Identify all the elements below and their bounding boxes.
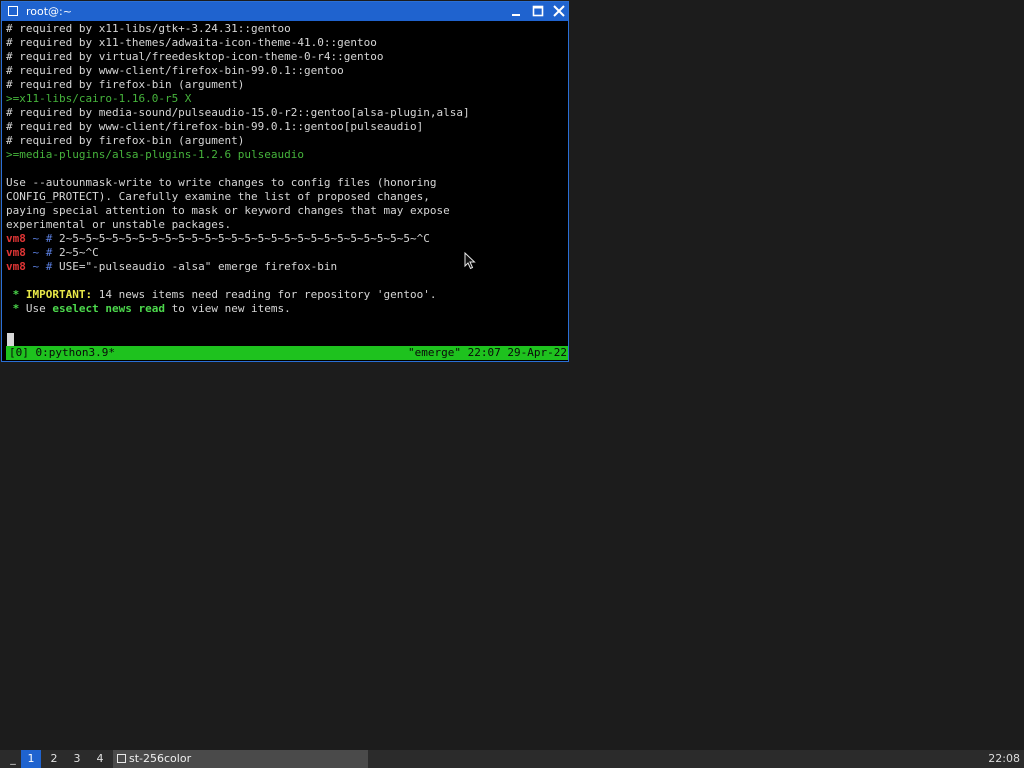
terminal-text: # required by www-client/firefox-bin-99.… — [6, 120, 424, 133]
terminal-line: Use --autounmask-write to write changes … — [6, 176, 566, 190]
terminal-line: paying special attention to mask or keyw… — [6, 204, 566, 218]
window-icon[interactable] — [8, 6, 18, 16]
terminal-text: ~ # — [25, 232, 59, 245]
panel-clock: 22:08 — [988, 752, 1020, 765]
terminal-line: # required by www-client/firefox-bin-99.… — [6, 120, 566, 134]
terminal-text: IMPORTANT: — [25, 288, 93, 301]
maximize-button[interactable] — [530, 4, 546, 19]
terminal-text: paying special attention to mask or keyw… — [6, 204, 450, 217]
terminal-line: vm8 ~ # USE="-pulseaudio -alsa" emerge f… — [6, 260, 566, 274]
terminal-text: vm8 — [6, 260, 26, 273]
terminal-text: >=x11-libs/cairo-1.16.0-r5 X — [6, 92, 192, 105]
terminal-text: eselect news read — [52, 302, 165, 315]
tmux-status-right: "emerge" 22:07 29-Apr-22 — [408, 346, 567, 359]
terminal-text: 2~5~5~5~5~5~5~5~5~5~5~5~5~5~5~5~5~5~5~5~… — [59, 232, 430, 245]
terminal-text: # required by www-client/firefox-bin-99.… — [6, 64, 344, 77]
terminal-line: # required by x11-libs/gtk+-3.24.31::gen… — [6, 22, 566, 36]
terminal-text: 14 news items need reading for repositor… — [92, 288, 437, 301]
window-title: root@:~ — [26, 5, 72, 18]
tmux-window-list[interactable]: [0] 0:python3.9* — [9, 346, 115, 360]
tmux-status-bar: [0] 0:python3.9* "emerge" 22:07 29-Apr-2… — [6, 346, 568, 360]
terminal-text: # required by x11-libs/gtk+-3.24.31::gen… — [6, 22, 291, 35]
terminal-text: # required by virtual/freedesktop-icon-t… — [6, 50, 384, 63]
terminal-line: CONFIG_PROTECT). Carefully examine the l… — [6, 190, 566, 204]
terminal-text: # required by x11-themes/adwaita-icon-th… — [6, 36, 377, 49]
terminal-text: vm8 — [6, 232, 26, 245]
terminal-text: >=media-plugins/alsa-plugins-1.2.6 pulse… — [6, 148, 305, 161]
maximize-icon — [532, 5, 544, 17]
terminal-line: # required by virtual/freedesktop-icon-t… — [6, 50, 566, 64]
close-button[interactable] — [551, 4, 567, 19]
terminal-line: # required by firefox-bin (argument) — [6, 78, 566, 92]
terminal-text: # required by media-sound/pulseaudio-15.… — [6, 106, 470, 119]
workspace-2-button[interactable]: 2 — [44, 750, 64, 768]
terminal-text: * — [6, 288, 26, 301]
window-titlebar[interactable]: root@:~ — [2, 2, 568, 21]
terminal-window[interactable]: root@:~ # required by x11-libs/gtk+-3.24… — [1, 1, 569, 362]
terminal-text: Use — [25, 302, 53, 315]
taskbar-item-st[interactable]: st-256color — [113, 750, 368, 768]
minimize-icon — [512, 14, 520, 16]
close-icon — [553, 5, 565, 17]
mouse-pointer-icon — [464, 252, 476, 270]
terminal-line: >=x11-libs/cairo-1.16.0-r5 X — [6, 92, 566, 106]
terminal-text: vm8 — [6, 246, 26, 259]
minimize-button[interactable] — [508, 4, 524, 19]
desktop: root@:~ # required by x11-libs/gtk+-3.24… — [0, 0, 1024, 750]
terminal-line: # required by x11-themes/adwaita-icon-th… — [6, 36, 566, 50]
terminal-line: * Use eselect news read to view new item… — [6, 302, 566, 316]
terminal-text: to view new items. — [164, 302, 291, 315]
terminal-text: # required by firefox-bin (argument) — [6, 134, 245, 147]
terminal-line: * IMPORTANT: 14 news items need reading … — [6, 288, 566, 302]
terminal-line: experimental or unstable packages. — [6, 218, 566, 232]
workspace-4-button[interactable]: 4 — [90, 750, 110, 768]
taskbar-item-label: st-256color — [129, 752, 192, 765]
terminal-line: # required by firefox-bin (argument) — [6, 134, 566, 148]
window-icon — [117, 754, 126, 763]
terminal-line: >=media-plugins/alsa-plugins-1.2.6 pulse… — [6, 148, 566, 162]
terminal-line: vm8 ~ # 2~5~^C — [6, 246, 566, 260]
terminal-text: ~ # — [25, 246, 59, 259]
terminal-text: USE="-pulseaudio -alsa" emerge firefox-b… — [59, 260, 338, 273]
workspace-3-button[interactable]: 3 — [67, 750, 87, 768]
terminal-cursor — [7, 333, 14, 346]
terminal-text: # required by firefox-bin (argument) — [6, 78, 245, 91]
terminal-text: * — [6, 302, 26, 315]
terminal-line: vm8 ~ # 2~5~5~5~5~5~5~5~5~5~5~5~5~5~5~5~… — [6, 232, 566, 246]
panel-menu-button[interactable]: _ — [6, 750, 20, 768]
terminal-text: Use --autounmask-write to write changes … — [6, 176, 437, 189]
workspace-1-button[interactable]: 1 — [21, 750, 41, 768]
terminal-text: 2~5~^C — [59, 246, 99, 259]
bottom-panel: _ 1 2 3 4 st-256color 22:08 — [0, 750, 1024, 768]
terminal-line: # required by media-sound/pulseaudio-15.… — [6, 106, 566, 120]
terminal-text: ~ # — [25, 260, 59, 273]
terminal-text: CONFIG_PROTECT). Carefully examine the l… — [6, 190, 430, 203]
terminal-line: # required by www-client/firefox-bin-99.… — [6, 64, 566, 78]
terminal-output[interactable]: # required by x11-libs/gtk+-3.24.31::gen… — [6, 22, 566, 342]
terminal-text: experimental or unstable packages. — [6, 218, 232, 231]
